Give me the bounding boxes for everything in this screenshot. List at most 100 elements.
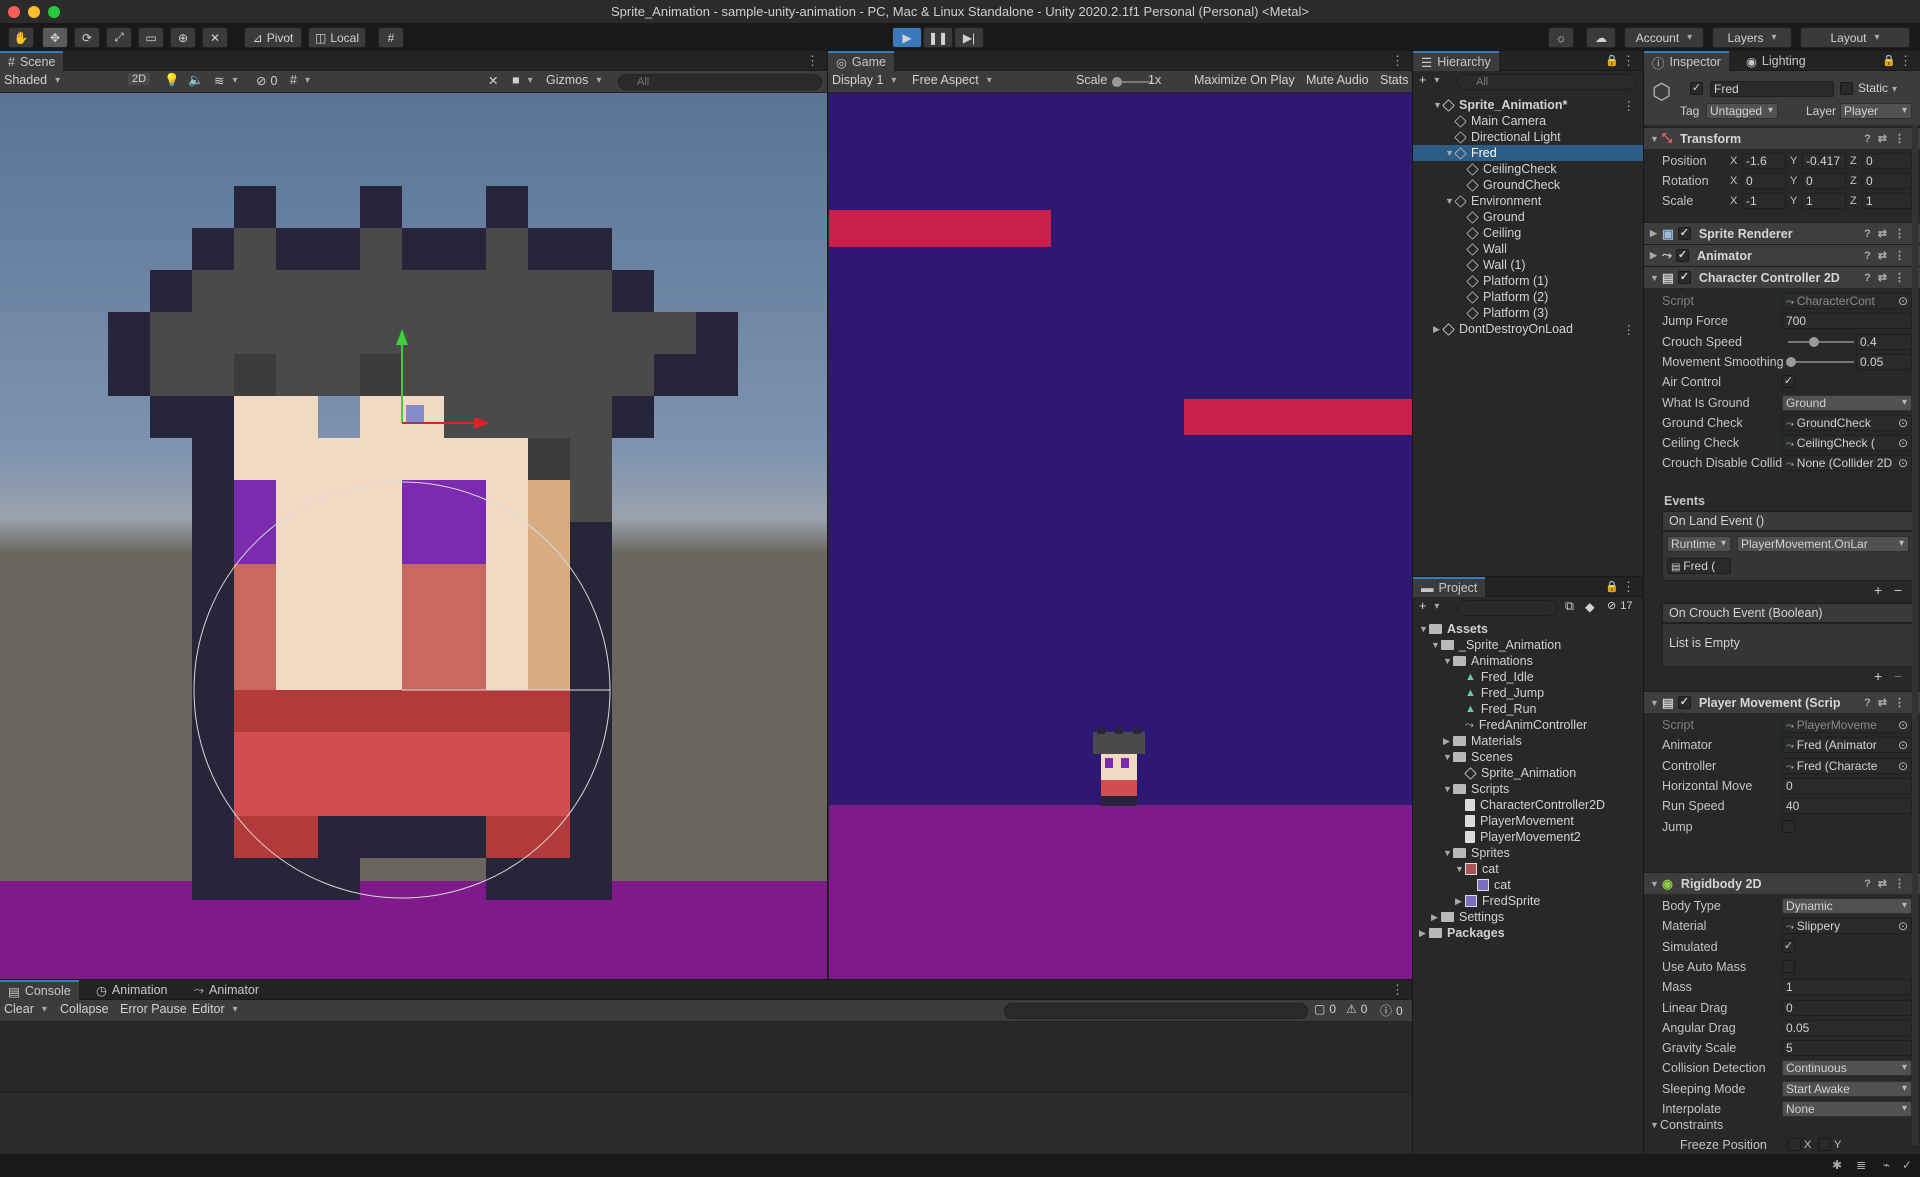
field-value[interactable]: 0.05 [1782,1019,1912,1036]
field-value[interactable]: 0.4 [1856,333,1912,350]
console-search-input[interactable] [1004,1003,1308,1019]
shading-mode-dropdown[interactable]: Shaded [4,73,116,87]
animator-enabled-checkbox[interactable]: ✓ [1676,249,1690,262]
slider-handle[interactable] [1809,336,1820,347]
stats-toggle[interactable]: Stats [1380,73,1409,87]
field-value[interactable]: 0 [1782,777,1912,794]
component-actions-icon[interactable]: ?⇄⋮ [1864,132,1912,145]
field-value[interactable]: 0 [1782,999,1912,1016]
cloud-button[interactable]: ☁ [1586,27,1616,48]
project-item[interactable]: cat [1413,877,1643,893]
hidden-objects-toggle[interactable]: ⊘ 0 [256,73,277,89]
pivot-toggle[interactable]: ⊿ Pivot [244,27,302,48]
remove-event-button[interactable]: − [1894,582,1902,598]
hierarchy-item[interactable]: Wall (1) [1413,257,1643,273]
effects-dropdown[interactable]: ≋ [214,73,238,88]
active-checkbox[interactable]: ✓ [1690,82,1703,95]
hierarchy-item[interactable]: ▼ Sprite_Animation* ⋮ [1413,97,1643,113]
field-value[interactable]: ⤳ ⊙ Fred (Characte [1782,757,1912,774]
project-search-input[interactable] [1457,600,1557,616]
field-value[interactable]: 700 [1782,313,1912,330]
bug-icon[interactable]: ✱ [1832,1158,1842,1172]
fold-arrow-icon[interactable]: ▶ [1419,928,1429,939]
player-movement-header[interactable]: ▼ ▤ ✓ Player Movement (Scrip ?⇄⋮ [1644,691,1920,713]
static-dropdown[interactable]: Static [1858,81,1897,95]
hierarchy-item[interactable]: Platform (3) [1413,305,1643,321]
field-dropdown[interactable]: Continuous [1782,1060,1912,1077]
field-dropdown[interactable]: Ground [1782,394,1912,411]
tab-console[interactable]: ▤ Console [0,980,79,1000]
field-value[interactable]: ⤳ ⊙ Slippery [1782,918,1912,935]
object-picker-icon[interactable]: ⊙ [1898,759,1908,773]
transform-tool-button[interactable]: ⊕ [170,27,196,48]
hierarchy-search-input[interactable]: All [1457,74,1637,90]
tab-lighting[interactable]: ◉ Lighting [1738,51,1814,71]
object-picker-icon[interactable]: ⊙ [1898,416,1908,430]
project-item[interactable]: ▶ Materials [1413,733,1643,749]
position-x-field[interactable]: -1.6 [1742,153,1786,169]
scene-viewport[interactable] [0,93,827,979]
project-item[interactable]: PlayerMovement [1413,813,1643,829]
project-item[interactable]: CharacterController2D [1413,797,1643,813]
project-item[interactable]: ▼ Scenes [1413,749,1643,765]
tag-dropdown[interactable]: Untagged [1706,103,1778,119]
object-picker-icon[interactable]: ⊙ [1898,436,1908,450]
fold-arrow-icon[interactable]: ▶ [1455,896,1465,907]
hidden-packages-toggle[interactable]: ⊘ 17 [1607,599,1632,613]
step-button[interactable]: ▶| [954,27,984,48]
lock-icon[interactable]: 🔒 [1882,54,1896,67]
transform-header[interactable]: ▼ ⤡ Transform ?⇄⋮ [1644,127,1920,149]
scene-menu-icon[interactable]: ⋮ [806,53,819,69]
hierarchy-item[interactable]: Platform (1) [1413,273,1643,289]
project-item[interactable]: Sprite_Animation [1413,765,1643,781]
hierarchy-item[interactable]: Directional Light [1413,129,1643,145]
fold-arrow-icon[interactable]: ▼ [1443,848,1453,858]
project-item[interactable]: ▲ Fred_Idle [1413,669,1643,685]
grid-dropdown[interactable]: # [290,73,310,87]
lighting-toggle[interactable]: 💡 [164,73,180,88]
object-picker-icon[interactable]: ⊙ [1898,456,1908,470]
game-menu-icon[interactable]: ⋮ [1391,53,1404,69]
hierarchy-item[interactable]: Ground [1413,209,1643,225]
hierarchy-item[interactable]: CeilingCheck [1413,161,1643,177]
local-toggle[interactable]: ◫ Local [308,27,366,48]
field-checkbox[interactable]: ✓ [1782,375,1795,389]
project-create-dropdown[interactable]: + [1419,599,1439,613]
hierarchy-item[interactable]: ▼ Fred [1413,145,1643,161]
collapse-toggle[interactable]: Collapse [60,1002,109,1016]
project-item[interactable]: ▶ Settings [1413,909,1643,925]
freeze-y-checkbox[interactable] [1818,1138,1831,1151]
character-controller-header[interactable]: ▼ ▤ ✓ Character Controller 2D ?⇄⋮ [1644,266,1920,288]
hierarchy-item[interactable]: Main Camera [1413,113,1643,129]
hierarchy-item[interactable]: Ceiling [1413,225,1643,241]
gizmos-dropdown[interactable]: Gizmos [546,73,601,87]
component-actions-icon[interactable]: ?⇄⋮ [1864,696,1912,709]
rect-tool-button[interactable]: ▭ [138,27,164,48]
field-value[interactable]: ⤳ ⊙ Fred (Animator [1782,737,1912,754]
freeze-x-checkbox[interactable] [1788,1138,1801,1151]
hierarchy-menu-icon[interactable]: ⋮ [1622,53,1635,69]
cc2d-enabled-checkbox[interactable]: ✓ [1677,271,1691,284]
field-value[interactable]: ⤳ ⊙ None (Collider 2D [1782,455,1912,472]
event-target-field[interactable]: ▤ Fred ( [1667,558,1731,574]
cache-icon[interactable]: ≣ [1856,1158,1866,1172]
project-item[interactable]: ▼ _Sprite_Animation [1413,637,1643,653]
hierarchy-item[interactable]: Wall [1413,241,1643,257]
log-count-toggle[interactable]: ▢ 0 [1314,1002,1336,1016]
layer-dropdown[interactable]: Player [1840,103,1912,119]
object-picker-icon[interactable]: ⊙ [1898,294,1908,308]
field-value[interactable]: 1 [1782,979,1912,996]
rotation-y-field[interactable]: 0 [1802,173,1846,189]
fold-arrow-icon[interactable]: ▼ [1455,864,1465,874]
account-dropdown[interactable]: Account [1624,27,1704,48]
field-checkbox[interactable] [1782,819,1795,833]
fold-arrow-icon[interactable]: ▼ [1419,624,1429,634]
add-event-button[interactable]: + [1874,582,1882,598]
project-item[interactable]: ▶ FredSprite [1413,893,1643,909]
project-item[interactable]: ▲ Fred_Run [1413,701,1643,717]
player-movement-enabled-checkbox[interactable]: ✓ [1677,696,1691,709]
field-slider[interactable] [1786,356,1854,367]
project-item[interactable]: ▼ Assets [1413,621,1643,637]
field-dropdown[interactable]: Start Awake [1782,1080,1912,1097]
fold-arrow-icon[interactable]: ▼ [1443,656,1453,666]
